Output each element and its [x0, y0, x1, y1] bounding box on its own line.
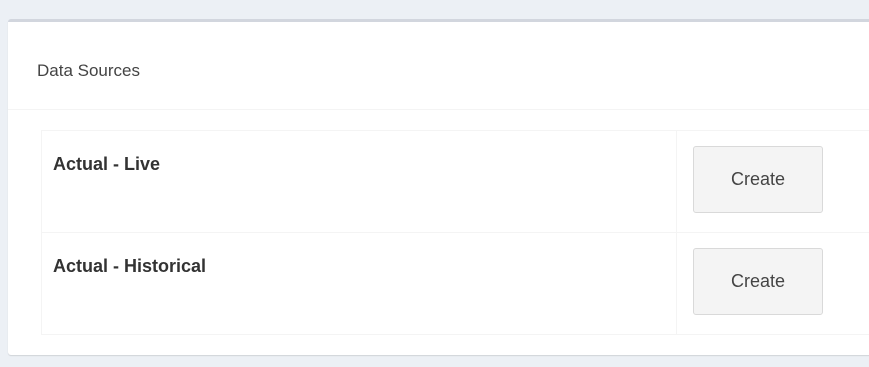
source-action-cell: Create — [676, 130, 869, 233]
source-name-label: Actual - Live — [53, 154, 161, 174]
table-row: Actual - Live Create — [41, 130, 869, 233]
panel-title: Data Sources — [37, 61, 140, 80]
data-sources-panel: Data Sources Actual - Live Create Actual… — [8, 19, 869, 355]
table-row: Actual - Historical Create — [41, 232, 869, 335]
data-sources-table: Actual - Live Create Actual - Historical… — [41, 130, 869, 335]
source-name-cell: Actual - Historical — [41, 232, 677, 335]
panel-header: Data Sources — [8, 22, 869, 110]
create-button[interactable]: Create — [693, 146, 823, 213]
create-button[interactable]: Create — [693, 248, 823, 315]
source-name-label: Actual - Historical — [53, 256, 207, 276]
source-action-cell: Create — [676, 232, 869, 335]
source-name-cell: Actual - Live — [41, 130, 677, 233]
